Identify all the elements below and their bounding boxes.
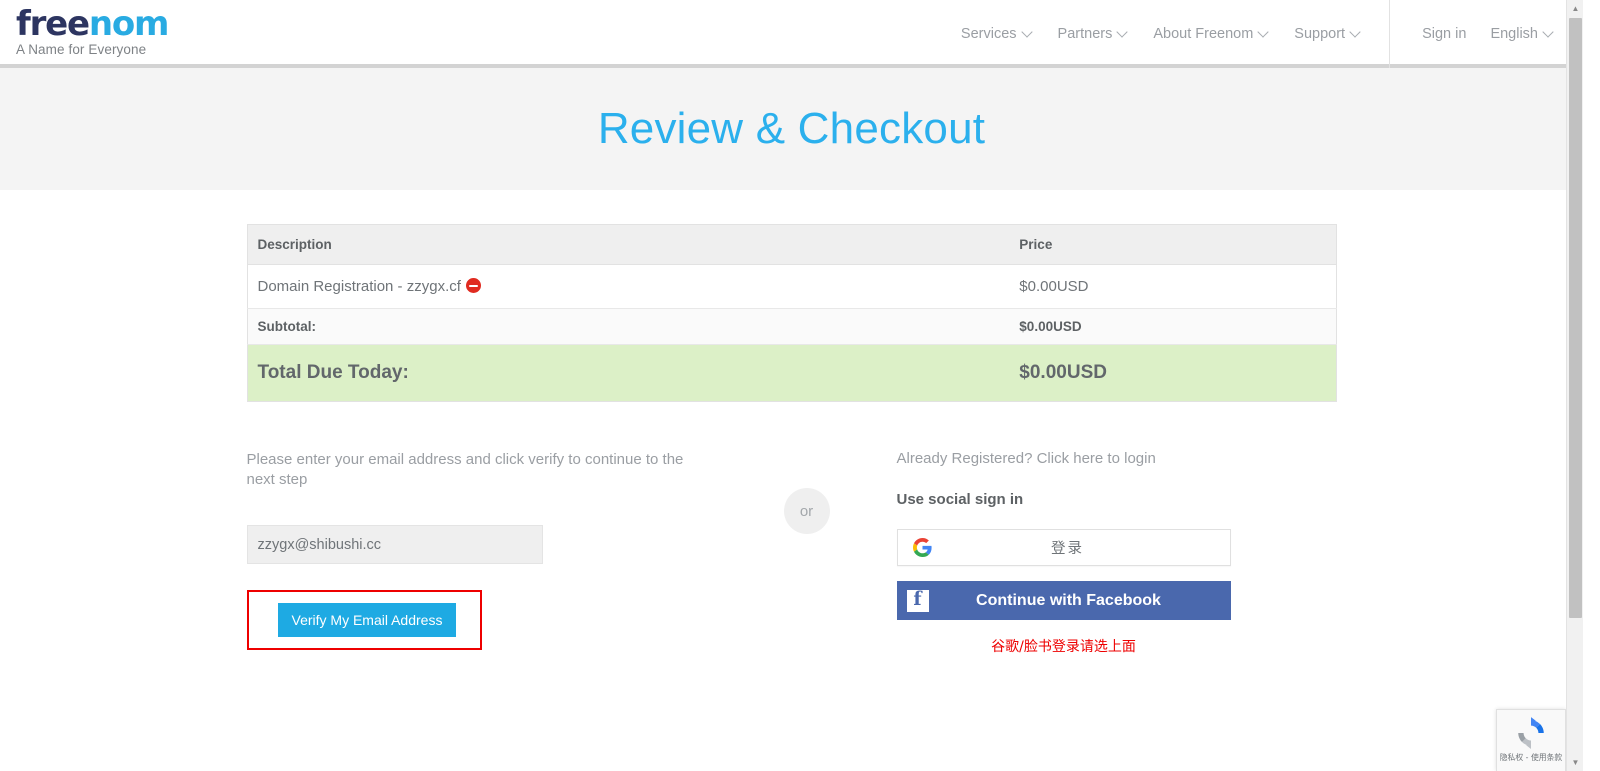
recaptcha-badge[interactable]: 隐私权 - 使用条款 bbox=[1496, 709, 1566, 771]
scroll-up-arrow-icon[interactable]: ▲ bbox=[1567, 0, 1583, 17]
table-row: Domain Registration - zzygx.cf $0.00USD bbox=[247, 264, 1336, 309]
page-title: Review & Checkout bbox=[597, 104, 986, 153]
cart-item-description: Domain Registration - zzygx.cf bbox=[257, 278, 461, 295]
recaptcha-icon bbox=[1514, 716, 1548, 750]
chevron-down-icon bbox=[1351, 28, 1360, 37]
total-label: Total Due Today: bbox=[247, 344, 1010, 402]
nav-secondary-group: Sign in English bbox=[1390, 0, 1583, 68]
page-banner: Review & Checkout bbox=[0, 68, 1583, 190]
scroll-down-arrow-icon[interactable]: ▼ bbox=[1567, 754, 1583, 771]
already-registered-link[interactable]: Already Registered? Click here to login bbox=[897, 450, 1337, 467]
facebook-signin-label: Continue with Facebook bbox=[976, 591, 1161, 609]
or-divider: or bbox=[717, 450, 897, 656]
subtotal-price: $0.00USD bbox=[1009, 308, 1336, 345]
logo-part-nom: nom bbox=[88, 4, 170, 44]
nav-item-about-freenom[interactable]: About Freenom bbox=[1140, 26, 1281, 42]
content-container: Description Price Domain Registration - … bbox=[246, 224, 1337, 656]
cart-total-row: Total Due Today: $0.00USD bbox=[247, 344, 1336, 402]
social-signin-title: Use social sign in bbox=[896, 491, 1024, 508]
verify-button-highlight: Verify My Email Address bbox=[246, 590, 483, 650]
nav-item-services[interactable]: Services bbox=[948, 26, 1045, 42]
chevron-down-icon bbox=[1259, 28, 1268, 37]
total-price: $0.00USD bbox=[1009, 344, 1336, 402]
social-signin-note: 谷歌/脸书登录请选上面 bbox=[991, 639, 1136, 655]
sign-in-link[interactable]: Sign in bbox=[1410, 26, 1478, 42]
google-icon bbox=[908, 538, 938, 557]
nav-primary-group: Services Partners About Freenom Support bbox=[948, 0, 1389, 68]
freenom-logo[interactable]: freenom A Name for Everyone bbox=[0, 0, 170, 57]
language-label: English bbox=[1490, 26, 1538, 42]
cart-item-description-cell: Domain Registration - zzygx.cf bbox=[247, 264, 1010, 309]
nav-label-about-freenom: About Freenom bbox=[1153, 26, 1254, 42]
chevron-down-icon bbox=[1544, 28, 1553, 37]
site-header: freenom A Name for Everyone Services Par… bbox=[0, 0, 1583, 68]
page-root: freenom A Name for Everyone Services Par… bbox=[0, 0, 1583, 771]
subtotal-label: Subtotal: bbox=[247, 308, 1010, 345]
facebook-signin-button[interactable]: f Continue with Facebook bbox=[896, 581, 1231, 620]
chevron-down-icon bbox=[1023, 28, 1032, 37]
email-hint-text: Please enter your email address and clic… bbox=[246, 451, 684, 488]
logo-tagline: A Name for Everyone bbox=[16, 42, 147, 57]
logo-part-free: free bbox=[16, 4, 90, 44]
cart-item-price: $0.00USD bbox=[1009, 264, 1336, 309]
remove-item-icon[interactable] bbox=[465, 278, 481, 293]
cart-subtotal-row: Subtotal: $0.00USD bbox=[247, 308, 1336, 345]
google-signin-button[interactable]: 登录 bbox=[896, 529, 1231, 566]
nav-label-services: Services bbox=[960, 26, 1017, 42]
facebook-icon: f bbox=[906, 589, 929, 612]
recaptcha-terms-text: 隐私权 - 使用条款 bbox=[1499, 753, 1563, 763]
language-selector[interactable]: English bbox=[1478, 26, 1565, 42]
scrollbar-thumb[interactable] bbox=[1569, 18, 1582, 618]
checkout-options: Please enter your email address and clic… bbox=[246, 450, 1337, 656]
email-verification-panel: Please enter your email address and clic… bbox=[246, 450, 717, 656]
cart-table-head: Description Price bbox=[247, 224, 1336, 265]
email-input[interactable] bbox=[246, 525, 543, 564]
cart-header-row: Description Price bbox=[247, 224, 1336, 265]
nav-label-partners: Partners bbox=[1057, 26, 1113, 42]
cart-summary-table: Description Price Domain Registration - … bbox=[246, 224, 1337, 402]
chevron-down-icon bbox=[1118, 28, 1127, 37]
nav-label-support: Support bbox=[1294, 26, 1346, 42]
column-header-price: Price bbox=[1009, 224, 1336, 265]
google-signin-label: 登录 bbox=[1051, 541, 1084, 557]
nav-item-partners[interactable]: Partners bbox=[1045, 26, 1141, 42]
verify-email-button[interactable]: Verify My Email Address bbox=[277, 603, 457, 637]
social-signin-panel: Already Registered? Click here to login … bbox=[896, 450, 1337, 656]
page-scrollbar[interactable]: ▲ ▼ bbox=[1566, 0, 1583, 771]
cart-table-body: Domain Registration - zzygx.cf $0.00USD … bbox=[247, 264, 1336, 402]
main-content: Description Price Domain Registration - … bbox=[0, 190, 1583, 656]
nav-item-support[interactable]: Support bbox=[1281, 26, 1373, 42]
column-header-description: Description bbox=[247, 224, 1010, 265]
or-circle-label: or bbox=[783, 488, 830, 534]
logo-text: freenom bbox=[16, 4, 170, 44]
main-navigation: Services Partners About Freenom Support bbox=[948, 0, 1583, 68]
